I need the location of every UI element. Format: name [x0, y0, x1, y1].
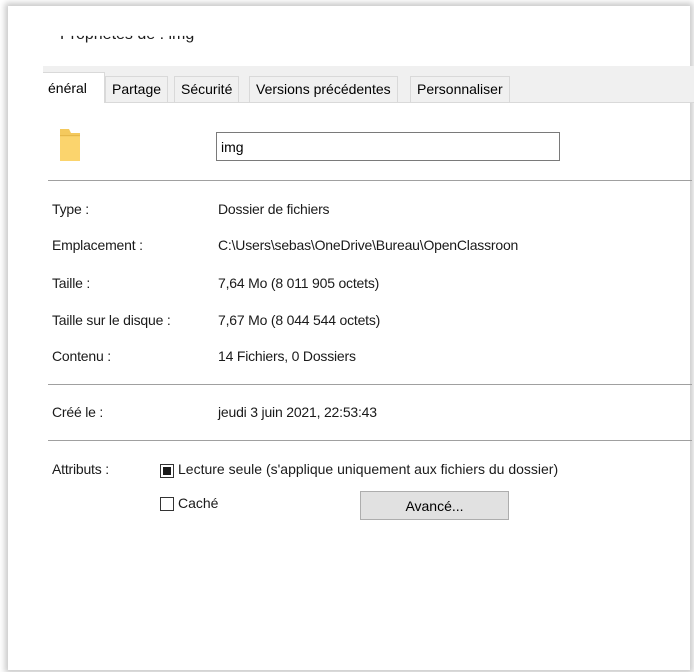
separator	[48, 440, 692, 441]
contents-label: Contenu :	[52, 348, 111, 364]
location-label: Emplacement :	[52, 237, 143, 253]
disk-size-value: 7,67 Mo (8 044 544 octets)	[218, 312, 381, 328]
readonly-checkbox[interactable]	[160, 464, 174, 478]
contents-value: 14 Fichiers, 0 Dossiers	[218, 348, 356, 364]
size-label: Taille :	[52, 275, 91, 291]
tab-personnaliser[interactable]: Personnaliser	[410, 76, 510, 102]
attributes-label: Attributs :	[52, 461, 109, 477]
properties-dialog: Propriétés de : img Partage Sécurité Ver…	[0, 0, 694, 672]
tab-general[interactable]: énéral	[43, 72, 105, 103]
readonly-label[interactable]: Lecture seule (s'applique uniquement aux…	[178, 461, 558, 477]
tab-partage[interactable]: Partage	[105, 76, 169, 102]
hidden-label[interactable]: Caché	[178, 495, 218, 511]
separator	[48, 180, 692, 181]
folder-name-input[interactable]	[216, 132, 560, 161]
hidden-checkbox[interactable]	[160, 497, 174, 511]
type-value: Dossier de fichiers	[218, 201, 330, 217]
advanced-button[interactable]: Avancé...	[360, 491, 509, 520]
type-label: Type :	[52, 201, 89, 217]
separator	[48, 384, 692, 385]
size-value: 7,64 Mo (8 011 905 octets)	[218, 275, 380, 291]
created-label: Créé le :	[52, 404, 104, 420]
tab-securite[interactable]: Sécurité	[174, 76, 240, 102]
tab-versions-precedentes[interactable]: Versions précédentes	[249, 76, 398, 102]
location-value[interactable]: C:\Users\sebas\OneDrive\Bureau\OpenClass…	[218, 237, 570, 253]
dialog-frame	[8, 6, 690, 670]
disk-size-label: Taille sur le disque :	[52, 312, 171, 328]
tab-bar: Partage Sécurité Versions précédentes Pe…	[43, 66, 694, 103]
folder-icon	[60, 129, 80, 161]
created-value: jeudi 3 juin 2021, 22:53:43	[218, 404, 377, 420]
